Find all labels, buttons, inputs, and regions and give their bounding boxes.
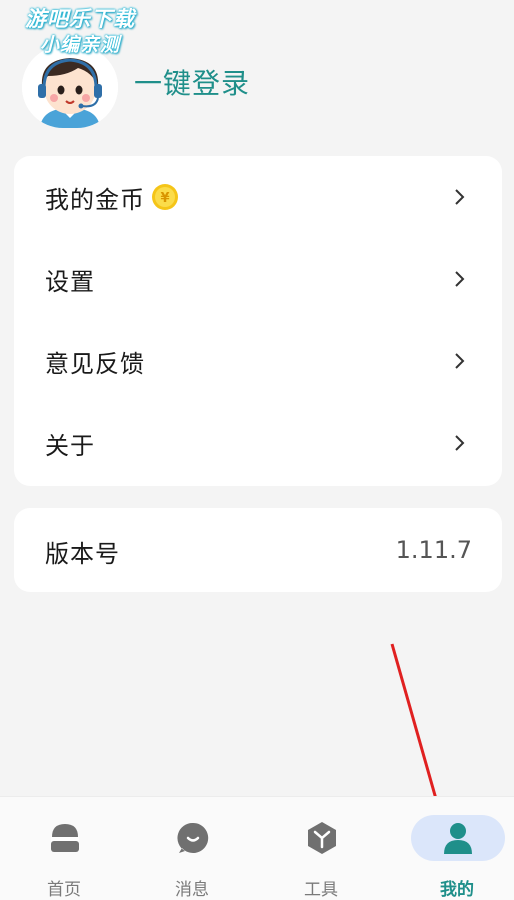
menu-item-feedback-label: 意见反馈 — [45, 349, 145, 378]
chevron-right-icon — [455, 189, 465, 205]
home-icon — [51, 824, 79, 852]
menu-item-coins[interactable]: 我的金币 ¥ — [14, 156, 502, 238]
coin-icon: ¥ — [152, 184, 178, 210]
chevron-right-icon — [455, 435, 465, 451]
version-card: 版本号 1.11.7 — [14, 508, 502, 592]
tab-messages[interactable]: 消息 — [128, 797, 256, 900]
watermark-line1: 游吧乐下载 — [25, 7, 135, 31]
menu-item-settings[interactable]: 设置 — [14, 238, 502, 320]
svg-text:¥: ¥ — [160, 191, 169, 206]
tab-tools-label: 工具 — [304, 880, 338, 900]
watermark-line2: 小编亲测 — [39, 34, 120, 56]
login-link[interactable]: 一键登录 — [134, 62, 250, 102]
menu-item-coins-label: 我的金币 — [45, 185, 145, 214]
user-icon — [444, 823, 472, 854]
tools-icon — [308, 822, 336, 854]
tab-mine-label: 我的 — [440, 880, 474, 900]
tab-home[interactable]: 首页 — [0, 797, 128, 900]
menu-card: 我的金币 ¥ 设置 意见反馈 关于 — [14, 156, 502, 486]
menu-item-feedback[interactable]: 意见反馈 — [14, 320, 502, 402]
tab-tools[interactable]: 工具 — [257, 797, 385, 900]
menu-item-settings-label: 设置 — [45, 267, 95, 296]
menu-item-about[interactable]: 关于 — [14, 402, 502, 484]
tab-messages-label: 消息 — [175, 880, 209, 900]
version-label: 版本号 — [45, 540, 120, 568]
bottom-tab-bar: 首页 消息 工具 我的 — [0, 796, 514, 900]
message-icon — [177, 822, 209, 853]
chevron-right-icon — [455, 353, 465, 369]
version-value: 1.11.7 — [395, 536, 472, 564]
chevron-right-icon — [455, 271, 465, 287]
menu-item-about-label: 关于 — [45, 431, 95, 460]
tab-mine[interactable]: 我的 — [399, 797, 514, 900]
watermark: 游吧乐下载 小编亲测 — [10, 6, 150, 58]
avatar[interactable] — [22, 46, 118, 128]
profile-header[interactable]: 一键登录 — [22, 46, 492, 128]
tab-home-label: 首页 — [47, 880, 81, 900]
